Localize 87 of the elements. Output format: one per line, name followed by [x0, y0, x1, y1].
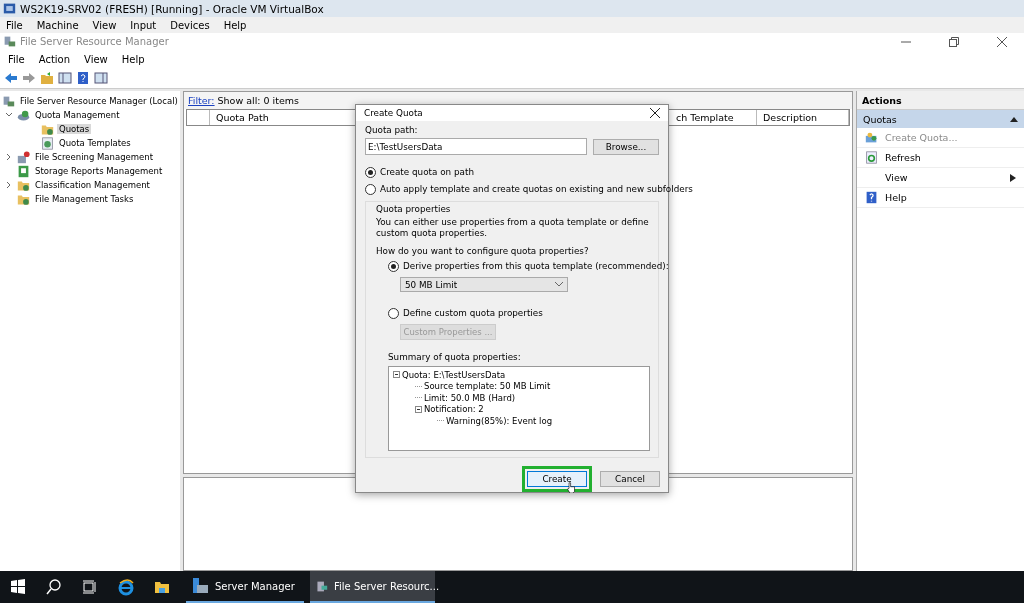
summary-item: Limit: 50.0 MB (Hard) [424, 392, 516, 403]
menu-item[interactable]: File [8, 53, 25, 65]
summary-label: Summary of quota properties: [388, 352, 522, 362]
chart-icon [41, 136, 54, 150]
filter-link[interactable]: Filter: [188, 95, 215, 106]
server-icon [191, 577, 209, 595]
summary-item: Warning(85%): Event log [446, 415, 553, 426]
server-icon [315, 579, 328, 593]
menu-item[interactable]: Help [223, 19, 247, 31]
tree-item[interactable]: File Server Resource Manager (Local) [18, 96, 180, 106]
radio-label: Define custom quota properties [403, 308, 543, 318]
collapse-box-icon[interactable] [393, 371, 400, 379]
group-title: Quota properties [376, 204, 452, 214]
create-icon [865, 131, 878, 144]
browse-button[interactable]: Browse... [593, 138, 659, 155]
path-field[interactable]: E:\TestUsersData [365, 138, 587, 155]
radio-label: Derive properties from this quota template (recommended): [403, 261, 669, 271]
collapse-box-icon[interactable] [415, 405, 422, 413]
close-icon[interactable] [996, 35, 1008, 48]
tree-item[interactable]: File Screening Management [33, 152, 155, 162]
forward-arrow-icon[interactable] [22, 71, 36, 85]
pane-icon[interactable] [94, 71, 108, 85]
taskbar-button[interactable]: Server Manager [186, 571, 304, 603]
folder-icon [17, 178, 30, 192]
tree-item[interactable]: Quota Management [33, 110, 122, 120]
radio-button[interactable] [388, 260, 399, 272]
summary-item: Quota: E:\TestUsersData [402, 369, 506, 380]
menu-item[interactable]: Machine [36, 19, 79, 31]
menu-item[interactable]: View [92, 19, 117, 31]
tree-item[interactable]: File Management Tasks [33, 194, 136, 204]
collapse-triangle-icon[interactable] [1010, 116, 1018, 122]
dialog-title: Create Quota [364, 108, 423, 118]
column-header[interactable]: Description [757, 110, 849, 125]
template-dropdown[interactable]: 50 MB Limit [400, 277, 568, 292]
cancel-button[interactable]: Cancel [600, 471, 660, 487]
column-header[interactable]: ch Template [673, 110, 757, 125]
browser-icon[interactable] [117, 578, 135, 596]
section-title: Quotas [863, 113, 897, 125]
restore-icon[interactable] [948, 35, 960, 48]
radio-button[interactable] [365, 183, 376, 195]
search-icon[interactable] [45, 578, 63, 596]
field-label: Quota path: [365, 125, 419, 135]
task-link[interactable]: Help [885, 192, 1024, 203]
menu-item[interactable]: Help [121, 53, 145, 65]
summary-item: Notification: 2 [424, 404, 484, 415]
disk-icon [17, 108, 30, 122]
tree-item[interactable]: Quota Templates [57, 138, 133, 148]
window-title: File Server Resource Manager [20, 36, 169, 47]
radio-label: Auto apply template and create quotas on existing and new subfolders [380, 184, 693, 194]
pane-title: Actions [857, 91, 1024, 110]
close-icon[interactable] [650, 108, 660, 118]
radio-label: Create quota on path [380, 167, 474, 177]
report-icon [17, 164, 30, 178]
folder-icon [41, 122, 54, 136]
task-link[interactable]: Refresh [885, 152, 1024, 163]
filter-text: Show all: 0 items [217, 95, 299, 106]
radio-button[interactable] [388, 307, 399, 319]
menu-item[interactable]: View [84, 53, 108, 65]
dropdown-caret-icon [555, 282, 563, 287]
screening-icon [17, 150, 30, 164]
pane-icon[interactable] [58, 71, 72, 85]
menu-item[interactable]: Action [38, 53, 71, 65]
summary-item: Source template: 50 MB Limit [424, 381, 551, 392]
refresh-icon [865, 151, 878, 164]
menu-item[interactable]: File [6, 19, 23, 31]
server-icon [2, 94, 15, 108]
description-text: You can either use properties from a quota template or define custom quota properties. [376, 217, 650, 239]
task-link[interactable]: View [885, 172, 1003, 183]
tree-item[interactable]: Quotas [57, 124, 92, 134]
menu-item[interactable]: Input [130, 19, 157, 31]
radio-button[interactable] [365, 166, 376, 178]
submenu-arrow-icon [1010, 173, 1016, 182]
menu-item[interactable]: Devices [170, 19, 210, 31]
server-icon [3, 35, 16, 48]
task-view-icon[interactable] [81, 578, 99, 596]
window-title: WS2K19-SRV02 (FRESH) [Running] - Oracle VM VirtualBox [20, 2, 324, 15]
question-text: How do you want to configure quota properties? [376, 246, 590, 256]
folder-icon [17, 192, 30, 206]
windows-logo-icon[interactable] [9, 578, 27, 596]
tree-item[interactable]: Classification Management [33, 180, 152, 190]
help-icon [865, 191, 878, 204]
tree-item[interactable]: Storage Reports Management [33, 166, 165, 176]
virtualbox-icon [3, 2, 16, 15]
cursor-icon [566, 482, 576, 493]
help-icon[interactable] [76, 71, 90, 85]
back-arrow-icon[interactable] [4, 71, 18, 85]
create-button[interactable]: Create [527, 471, 587, 487]
